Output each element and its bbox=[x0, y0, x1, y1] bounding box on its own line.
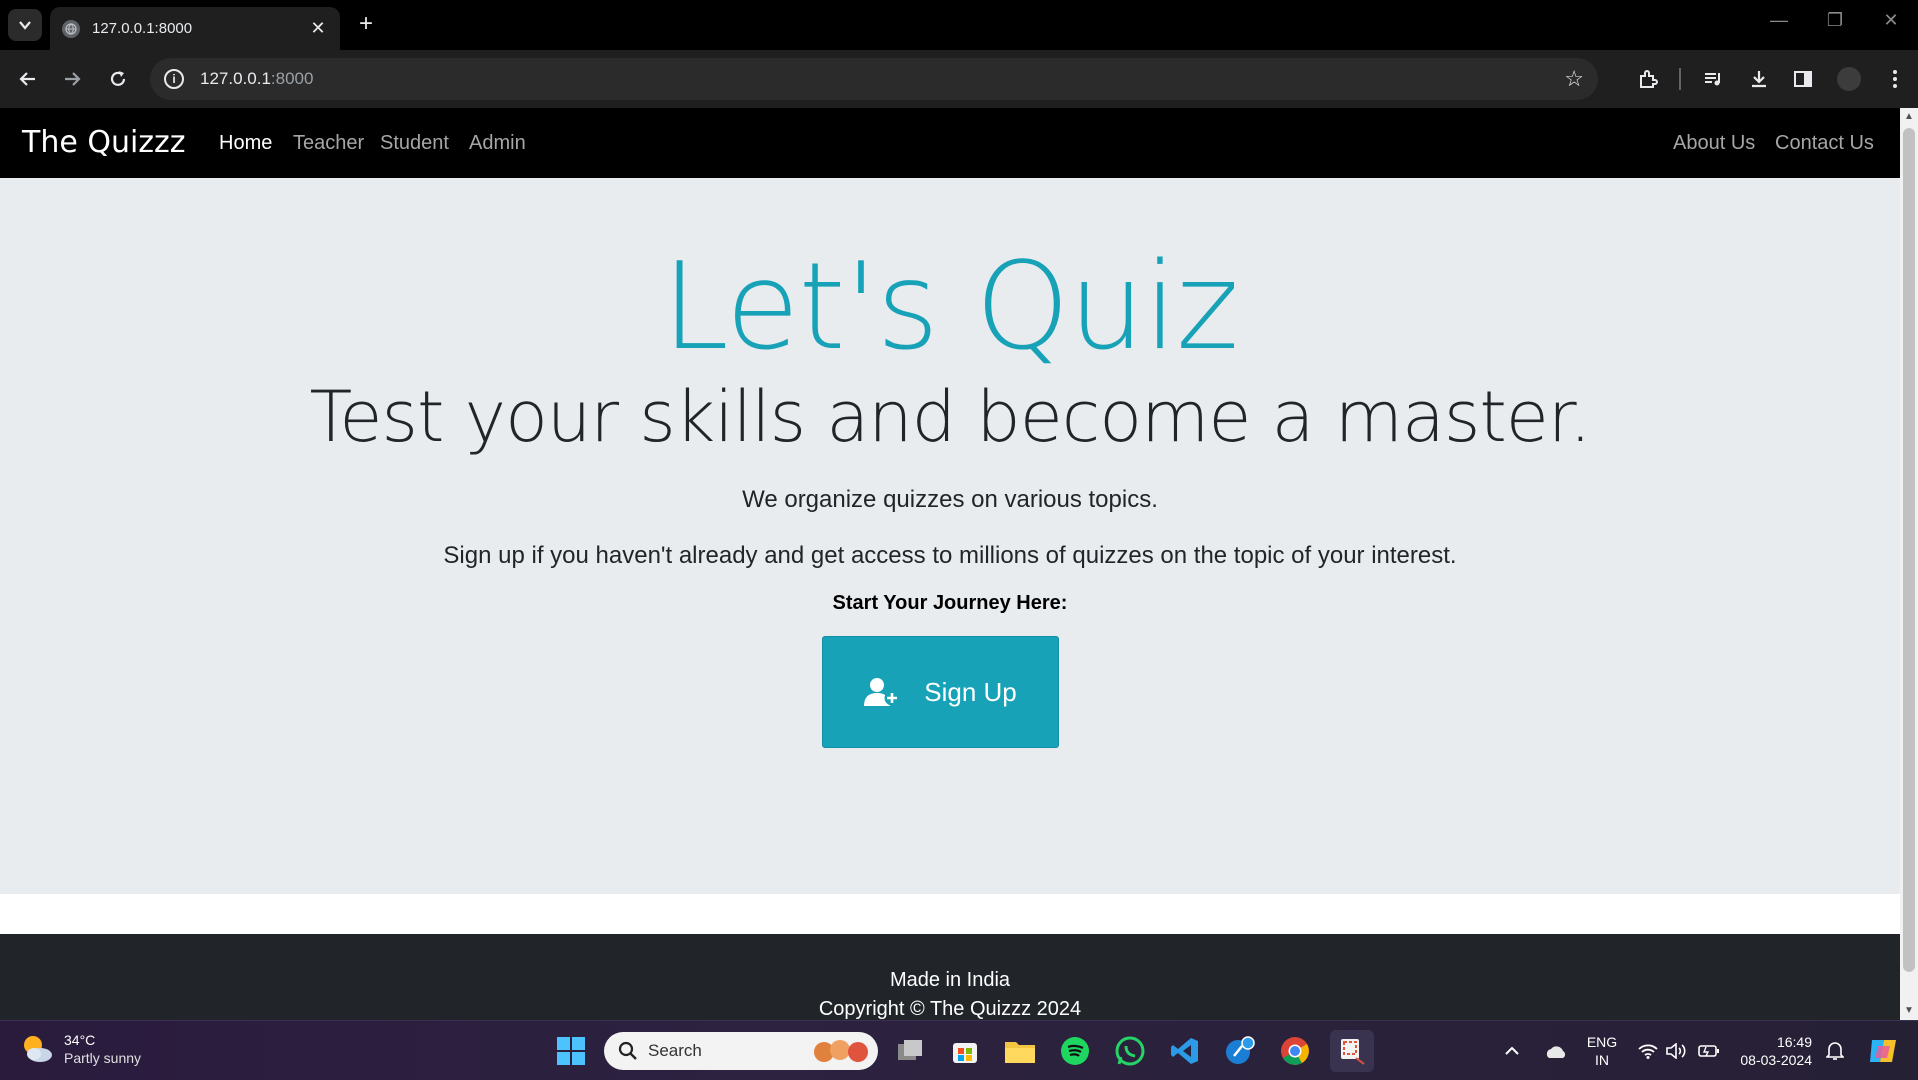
nav-contact-us[interactable]: Contact Us bbox=[1775, 132, 1874, 155]
address-bar[interactable]: i 127.0.0.1:8000 ☆ bbox=[150, 58, 1598, 100]
tray-overflow-icon[interactable] bbox=[1504, 1021, 1520, 1080]
page-viewport: The Quizzz Home Teacher Student Admin Ab… bbox=[0, 108, 1900, 1020]
scroll-up-icon[interactable]: ▲ bbox=[1904, 112, 1914, 122]
hero-jumbotron: Let's Quiz Test your skills and become a… bbox=[0, 178, 1900, 894]
sidepanel-icon[interactable] bbox=[1790, 66, 1816, 92]
site-brand[interactable]: The Quizzz bbox=[22, 125, 186, 160]
restore-icon[interactable]: ❐ bbox=[1820, 10, 1850, 31]
tab-title: 127.0.0.1:8000 bbox=[92, 20, 193, 37]
back-icon bbox=[19, 72, 35, 86]
copilot-icon[interactable] bbox=[1868, 1021, 1900, 1080]
forward-button[interactable] bbox=[58, 65, 86, 93]
browser-tab-bar: 127.0.0.1:8000 ✕ + — ❐ ✕ bbox=[0, 0, 1918, 50]
language-indicator[interactable]: ENG IN bbox=[1586, 1033, 1618, 1069]
site-navbar: The Quizzz Home Teacher Student Admin Ab… bbox=[0, 108, 1900, 178]
tab-search-button[interactable] bbox=[8, 9, 42, 41]
forward-icon bbox=[65, 72, 81, 86]
hero-text-topics: We organize quizzes on various topics. bbox=[742, 486, 1158, 513]
weather-condition: Partly sunny bbox=[64, 1050, 142, 1066]
nav-teacher[interactable]: Teacher bbox=[293, 132, 364, 155]
back-button[interactable] bbox=[14, 65, 42, 93]
spotify-icon[interactable] bbox=[1057, 1033, 1093, 1069]
lang-region: IN bbox=[1595, 1052, 1609, 1068]
toolbar-separator bbox=[1679, 68, 1681, 90]
nav-about-us[interactable]: About Us bbox=[1673, 132, 1755, 155]
taskbar-search[interactable]: Search bbox=[604, 1032, 878, 1070]
clock-time: 16:49 bbox=[1776, 1034, 1812, 1050]
store-icon[interactable] bbox=[947, 1033, 983, 1069]
journey-label: Start Your Journey Here: bbox=[832, 592, 1068, 614]
menu-icon[interactable] bbox=[1882, 66, 1908, 92]
extensions-icon[interactable] bbox=[1635, 66, 1661, 92]
snipping-tool-icon[interactable] bbox=[1330, 1030, 1374, 1072]
reload-button[interactable] bbox=[104, 65, 132, 93]
new-tab-button[interactable]: + bbox=[352, 10, 380, 38]
user-plus-icon bbox=[864, 677, 900, 707]
lang-code: ENG bbox=[1586, 1034, 1618, 1050]
weather-temperature: 34°C bbox=[64, 1032, 96, 1048]
nav-student[interactable]: Student bbox=[380, 132, 449, 155]
search-highlight-icon bbox=[814, 1040, 868, 1062]
window-close-icon[interactable]: ✕ bbox=[1876, 10, 1906, 31]
chevron-down-icon bbox=[19, 21, 31, 30]
browser-toolbar: i 127.0.0.1:8000 ☆ bbox=[0, 50, 1918, 108]
windows-start-icon[interactable] bbox=[553, 1033, 589, 1069]
site-footer: Made in India Copyright © The Quizzz 202… bbox=[0, 934, 1900, 1020]
taskbar-search-label: Search bbox=[648, 1041, 702, 1060]
weather-widget[interactable]: 34°C Partly sunny bbox=[20, 1031, 141, 1067]
hero-subtitle: Test your skills and become a master. bbox=[309, 376, 1592, 458]
url-port: :8000 bbox=[270, 69, 314, 88]
notification-bell-icon[interactable] bbox=[1826, 1021, 1844, 1080]
task-view-icon[interactable] bbox=[892, 1033, 928, 1069]
windows-taskbar: 34°C Partly sunny Search ENG IN 16:49 08… bbox=[0, 1020, 1918, 1080]
sign-up-label: Sign Up bbox=[924, 676, 1017, 707]
footer-copyright: Copyright © The Quizzz 2024 bbox=[818, 998, 1082, 1020]
clock-date: 08-03-2024 bbox=[1740, 1052, 1812, 1068]
globe-icon bbox=[62, 19, 80, 38]
media-icon[interactable] bbox=[1700, 66, 1726, 92]
clock[interactable]: 16:49 08-03-2024 bbox=[1732, 1033, 1812, 1069]
footer-made-in: Made in India bbox=[889, 969, 1011, 991]
volume-icon[interactable] bbox=[1666, 1021, 1688, 1080]
nav-home[interactable]: Home bbox=[219, 132, 272, 155]
search-icon bbox=[618, 1041, 637, 1060]
onedrive-icon[interactable] bbox=[1544, 1021, 1568, 1080]
minimize-icon[interactable]: — bbox=[1764, 10, 1794, 31]
hero-text-signup: Sign up if you haven't already and get a… bbox=[443, 542, 1457, 569]
hero-title: Let's Quiz bbox=[661, 238, 1239, 377]
battery-icon[interactable] bbox=[1698, 1021, 1720, 1080]
scroll-down-icon[interactable]: ▼ bbox=[1904, 1006, 1914, 1016]
download-icon[interactable] bbox=[1746, 66, 1772, 92]
scrollbar-thumb[interactable] bbox=[1903, 128, 1915, 972]
info-icon[interactable]: i bbox=[164, 69, 184, 89]
mail-icon[interactable] bbox=[1222, 1033, 1258, 1069]
wifi-icon[interactable] bbox=[1638, 1021, 1658, 1080]
page-spacer bbox=[0, 894, 1900, 934]
page-scrollbar[interactable]: ▲ ▼ bbox=[1900, 108, 1918, 1020]
vscode-icon[interactable] bbox=[1167, 1033, 1203, 1069]
profile-avatar[interactable] bbox=[1837, 67, 1861, 91]
partly-sunny-icon bbox=[20, 1032, 54, 1066]
file-explorer-icon[interactable] bbox=[1002, 1033, 1038, 1069]
nav-admin[interactable]: Admin bbox=[469, 132, 526, 155]
url-host: 127.0.0.1 bbox=[200, 69, 271, 88]
chrome-icon[interactable] bbox=[1277, 1033, 1313, 1069]
close-tab-icon[interactable]: ✕ bbox=[308, 18, 328, 39]
browser-tab[interactable]: 127.0.0.1:8000 ✕ bbox=[50, 7, 340, 50]
whatsapp-icon[interactable] bbox=[1112, 1033, 1148, 1069]
reload-icon bbox=[110, 71, 126, 86]
star-icon[interactable]: ☆ bbox=[1564, 66, 1584, 92]
sign-up-button[interactable]: Sign Up bbox=[822, 636, 1059, 748]
